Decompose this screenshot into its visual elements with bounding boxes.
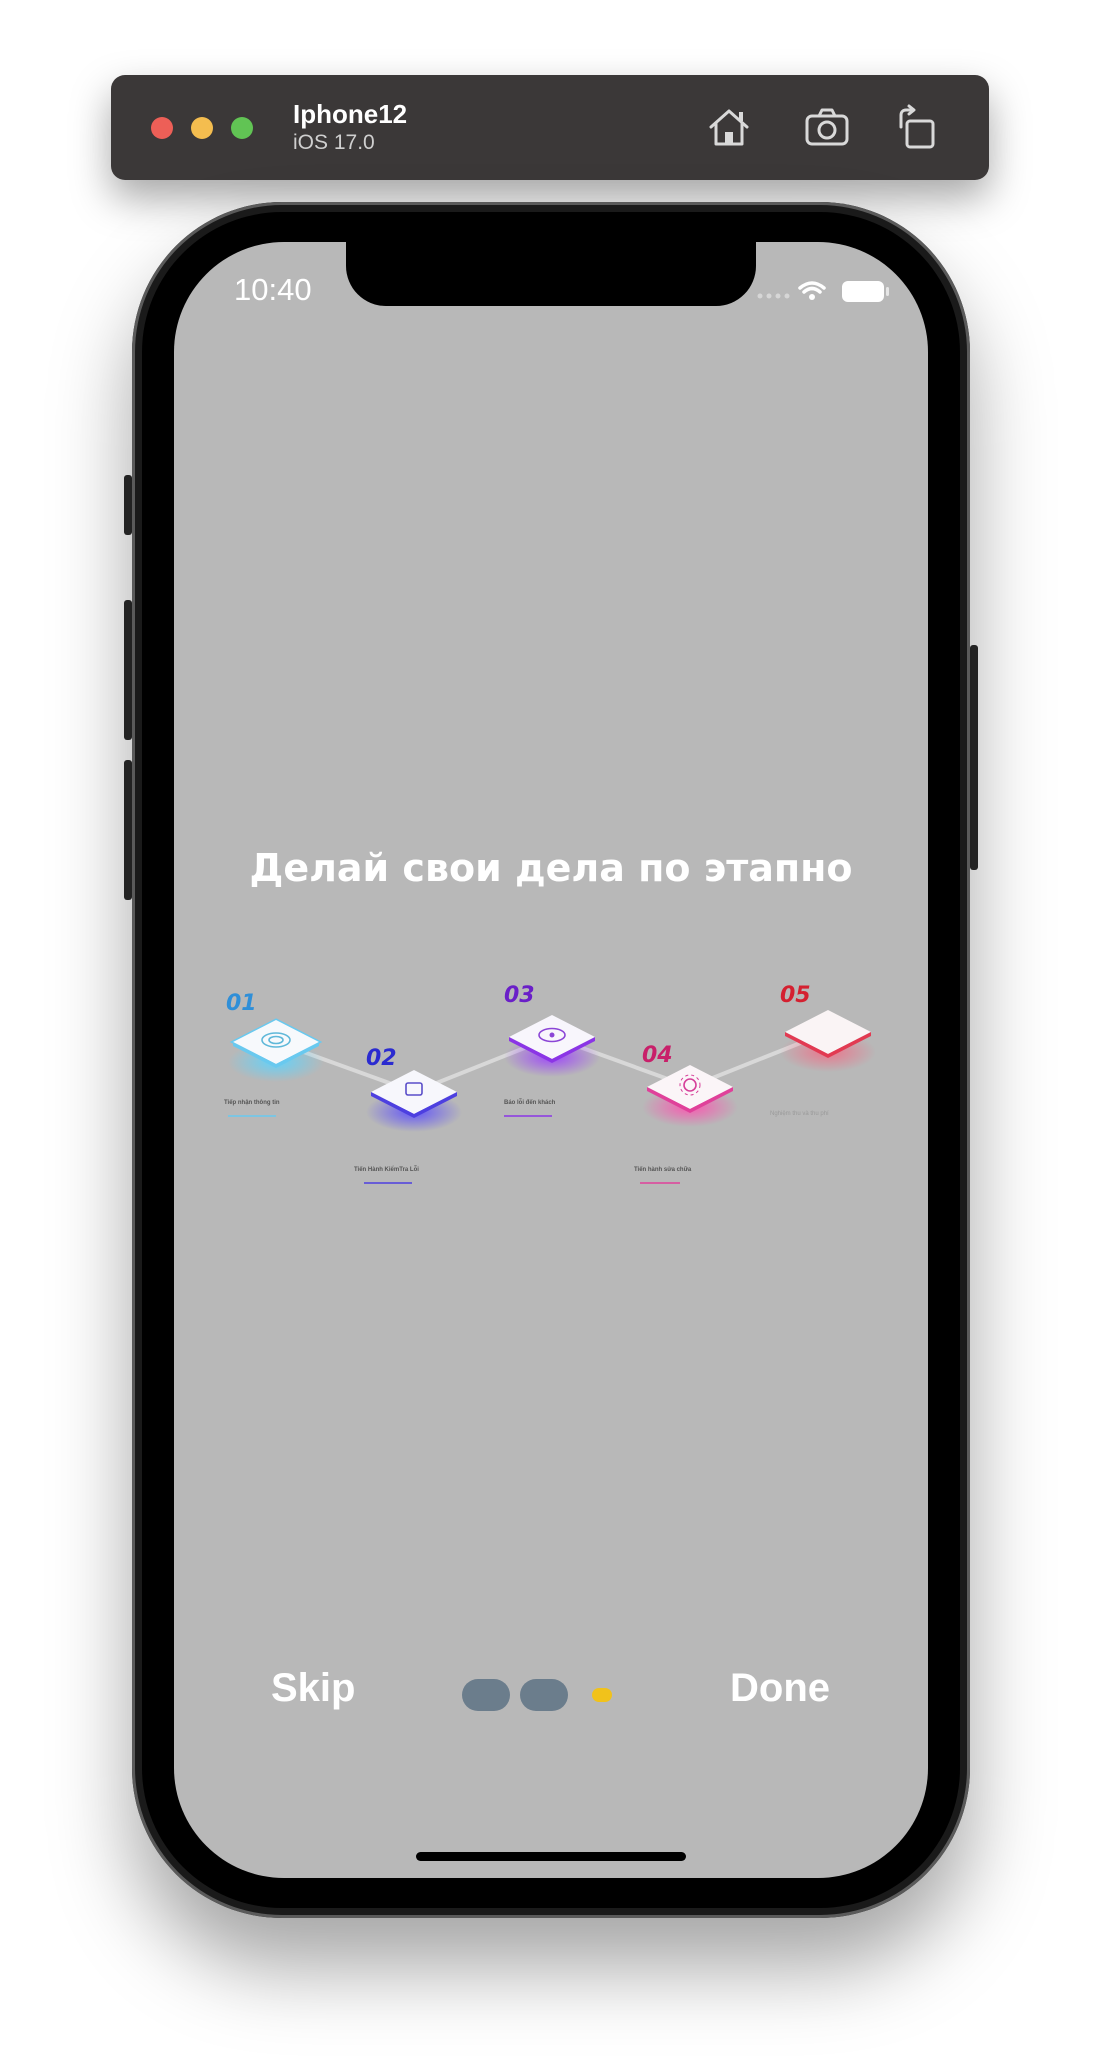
rotate-icon[interactable] [893,103,941,151]
screenshot-icon[interactable] [803,103,851,151]
volume-down-button [124,760,132,900]
step-tile-05 [780,1010,876,1072]
volume-up-button [124,600,132,740]
signal-icon [757,293,790,299]
power-button [970,645,978,870]
home-icon[interactable] [705,103,753,151]
simulator-toolbar: Iphone12 iOS 17.0 [111,75,989,180]
wifi-icon [798,281,826,300]
step-caption-05: Nghiệm thu và thu phí [770,1111,829,1117]
step-number-05: 05 [780,983,811,1008]
step-number-03: 03 [504,983,535,1008]
device-name: Iphone12 [293,99,408,129]
step-number-04: 04 [642,1043,673,1068]
step-number-01: 01 [226,991,257,1016]
mute-switch [124,475,132,535]
page-indicator-dot-1[interactable] [462,1679,510,1711]
os-version: iOS 17.0 [293,131,375,154]
battery-icon [842,281,889,302]
step-caption-03: Báo lỗi đến khách [504,1099,556,1106]
step-caption-01: Tiếp nhận thông tin [224,1099,280,1106]
steps-illustration: 01 02 03 04 05 Tiếp nhận thông tin Tiến … [224,983,876,1184]
page-indicator-dot-2[interactable] [520,1679,568,1711]
zoom-window-button[interactable] [231,117,253,139]
notch [346,242,756,306]
onboarding-headline: Делай свои дела по этапно [249,846,853,890]
step-tile-01 [228,1018,324,1082]
close-window-button[interactable] [151,117,173,139]
page-indicator-dot-3-active[interactable] [592,1688,612,1702]
home-indicator[interactable] [416,1852,686,1861]
step-tile-03 [504,1015,600,1077]
status-icons [757,281,889,302]
step-number-02: 02 [366,1046,397,1071]
minimize-window-button[interactable] [191,117,213,139]
done-button[interactable]: Done [730,1666,830,1711]
status-time: 10:40 [234,272,312,307]
skip-button[interactable]: Skip [271,1666,355,1711]
step-caption-02: Tiến Hành KiểmTra Lỗi [354,1166,419,1173]
step-caption-04: Tiến hành sửa chữa [634,1166,692,1173]
device-screen: 10:40 Делай свои дела по этапно 01 02 03… [174,242,928,1878]
